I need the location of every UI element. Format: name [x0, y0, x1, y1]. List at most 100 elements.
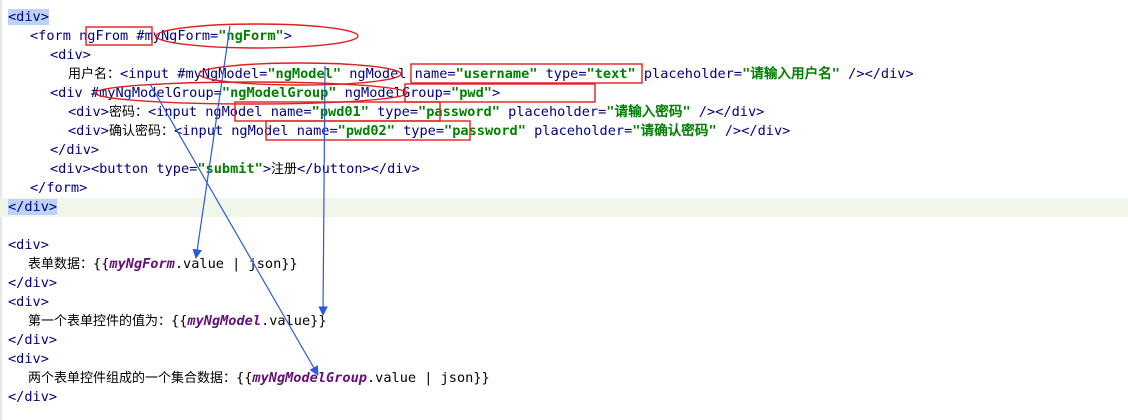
attribute-value: "请确认密码"	[632, 123, 717, 139]
html-tag: >	[707, 104, 716, 120]
html-tag: </div	[50, 142, 91, 158]
interpolation-expression: {{myNgModelGroup.value | json}}	[236, 370, 490, 386]
html-tag: >	[905, 66, 914, 82]
html-tag: </div	[715, 104, 757, 120]
html-tag: >	[362, 161, 371, 177]
attribute-value: "pwd02"	[337, 123, 395, 139]
code-line: <div>	[8, 236, 49, 255]
code-line: </div>	[8, 198, 58, 217]
line-highlight	[0, 198, 1128, 217]
html-tag: >	[782, 123, 791, 139]
code-line: <div>密码：<input ngModel name="pwd01" type…	[68, 103, 764, 122]
html-tag: <div	[50, 47, 83, 63]
html-tag: >	[100, 123, 109, 139]
html-tag: >	[82, 161, 91, 177]
html-tag: <div	[8, 294, 41, 310]
attribute-name: placeholder=	[499, 104, 607, 120]
html-tag: <div	[68, 123, 101, 139]
code-line: <div>	[8, 8, 49, 27]
code-line: 两个表单控件组成的一个集合数据：{{myNgModelGroup.value |…	[28, 369, 490, 388]
html-tag: <input	[173, 123, 224, 139]
code-line: 用户名：<input #myNgModel="ngModel" ngModel …	[68, 65, 914, 84]
attribute-name: #myNgModel=	[169, 66, 268, 82]
html-tag: <div	[68, 104, 101, 120]
attribute-value: "username"	[455, 66, 538, 82]
text-content: 用户名：	[68, 67, 121, 82]
html-tag: >	[48, 275, 58, 291]
template-reference-variable: myNgForm	[109, 256, 175, 272]
html-tag: </div	[8, 332, 49, 348]
html-tag: >	[856, 66, 865, 82]
code-line: </div>	[50, 141, 99, 160]
html-tag: </div	[8, 275, 49, 291]
code-line: <div>	[50, 46, 91, 65]
html-tag: >	[262, 161, 272, 177]
html-tag: <div	[50, 161, 83, 177]
code-line: <div>确认密码：<input ngModel name="pwd02" ty…	[68, 122, 790, 141]
html-tag: <form	[30, 28, 71, 44]
attribute-name: ngModel name=	[341, 66, 456, 82]
html-tag: >	[90, 142, 100, 158]
html-tag: </div	[741, 123, 783, 139]
attribute-value: "submit"	[197, 161, 263, 177]
html-tag: >	[100, 104, 109, 120]
attribute-value: "ngModel"	[267, 66, 342, 82]
attribute-name: /	[690, 104, 708, 120]
html-tag: >	[79, 180, 88, 196]
html-tag: </div	[864, 66, 906, 82]
attribute-value: "pwd"	[451, 85, 492, 101]
attribute-name: /	[716, 123, 734, 139]
code-line: </div>	[8, 274, 57, 293]
html-tag: <input	[147, 104, 198, 120]
attribute-value: "pwd01"	[311, 104, 369, 120]
attribute-value: "ngForm"	[218, 28, 284, 44]
attribute-name: type=	[537, 66, 587, 82]
code-line: </div>	[8, 388, 57, 407]
html-tag: >	[40, 9, 49, 25]
html-tag: >	[756, 104, 765, 120]
html-tag: >	[48, 332, 58, 348]
attribute-value: "ngModelGroup"	[221, 85, 337, 101]
code-line: 表单数据：{{myNgForm.value | json}}	[28, 255, 298, 274]
code-line: <div>	[8, 350, 49, 369]
text-content: 确认密码：	[108, 124, 174, 139]
interpolation-expression: {{myNgForm.value | json}}	[93, 256, 298, 272]
html-tag: >	[48, 389, 58, 405]
html-tag: <div	[8, 351, 41, 367]
html-tag: >	[40, 294, 49, 310]
html-tag: >	[733, 123, 742, 139]
html-tag: <input	[120, 66, 170, 82]
html-tag: >	[82, 47, 91, 63]
attribute-value: "password"	[418, 104, 500, 120]
html-tag: >	[40, 351, 49, 367]
html-tag: >	[491, 85, 501, 101]
html-tag: >	[48, 199, 58, 215]
attribute-name: #myNgModelGroup=	[82, 85, 222, 101]
text-content: 注册	[271, 162, 298, 177]
template-reference-variable: myNgModel	[187, 313, 262, 329]
html-tag: <div	[50, 85, 83, 101]
text-content: 表单数据：	[28, 257, 94, 272]
template-reference-variable: myNgModelGroup	[252, 370, 367, 386]
html-tag: >	[283, 28, 292, 44]
attribute-name: ngModel name=	[223, 123, 338, 139]
attribute-value: "text"	[586, 66, 636, 82]
text-content: 第一个表单控件的值为：	[28, 314, 172, 329]
html-tag: </form	[30, 180, 80, 196]
attribute-name: type=	[394, 123, 445, 139]
text-content: 两个表单控件组成的一个集合数据：	[28, 371, 237, 386]
code-line: <div>	[8, 293, 49, 312]
html-tag: </button	[297, 161, 363, 177]
code-line: <div #myNgModelGroup="ngModelGroup" ngMo…	[50, 84, 500, 103]
html-tag: <div	[8, 9, 41, 25]
code-line: <form ngFrom #myNgForm="ngForm">	[30, 27, 292, 46]
html-tag: >	[40, 237, 49, 253]
html-tag: </div	[8, 199, 49, 215]
html-tag: </div	[370, 161, 412, 177]
attribute-value: "请输入用户名"	[742, 66, 840, 82]
html-tag: <div	[8, 237, 41, 253]
attribute-name: ngFrom #myNgForm=	[70, 28, 219, 44]
interpolation-expression: {{myNgModel.value}}	[171, 313, 327, 329]
attribute-name: placeholder=	[635, 66, 743, 82]
code-editor[interactable]: <div> <form ngFrom #myNgForm="ngForm"> <di…	[0, 0, 1128, 420]
